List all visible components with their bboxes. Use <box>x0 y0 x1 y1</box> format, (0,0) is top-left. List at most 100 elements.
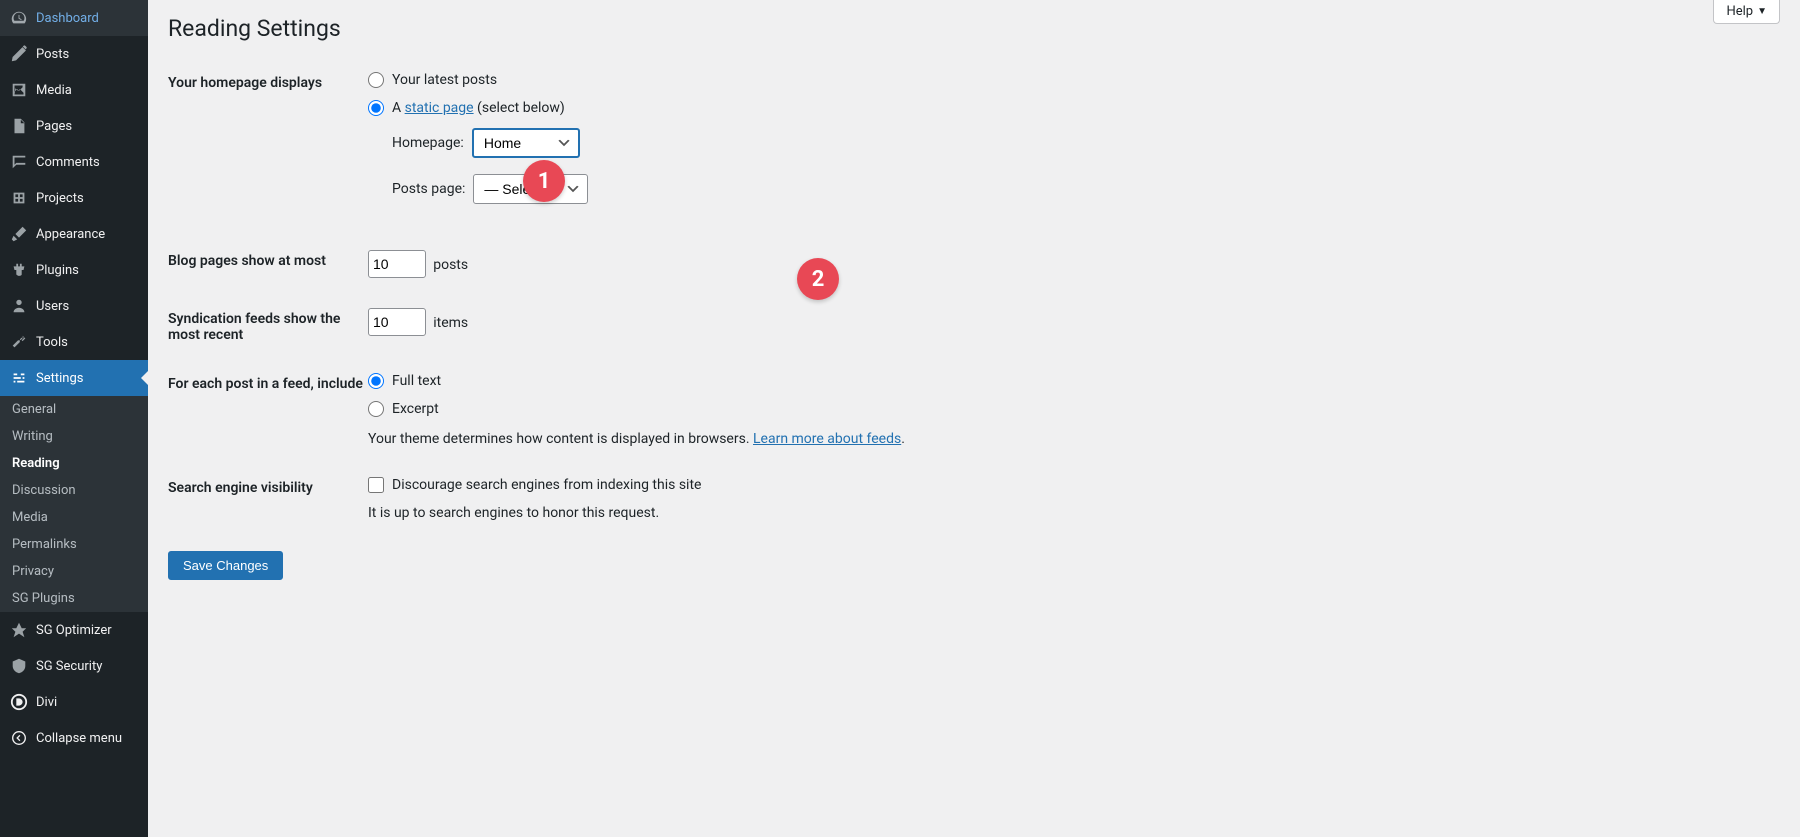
submenu-item-sg-plugins[interactable]: SG Plugins <box>0 585 148 612</box>
sg-security-icon <box>10 657 28 675</box>
sidebar-label: Divi <box>36 695 57 710</box>
posts-page-select-row: Posts page: — Select — <box>392 174 1780 204</box>
radio-full-text-label[interactable]: Full text <box>392 373 441 389</box>
sidebar-item-pages[interactable]: Pages <box>0 108 148 144</box>
radio-latest-posts[interactable] <box>368 72 384 88</box>
projects-icon <box>10 189 28 207</box>
homepage-select[interactable]: Home <box>472 128 580 158</box>
sidebar-item-media[interactable]: Media <box>0 72 148 108</box>
feed-option-excerpt: Excerpt <box>368 401 1780 417</box>
annotation-marker-1: 1 <box>523 160 565 202</box>
homepage-display-content: 1 Your latest posts A static page (selec… <box>368 72 1780 220</box>
appearance-icon <box>10 225 28 243</box>
dashboard-icon <box>10 9 28 27</box>
radio-excerpt-label[interactable]: Excerpt <box>392 401 439 417</box>
submenu-item-privacy[interactable]: Privacy <box>0 558 148 585</box>
submenu-item-permalinks[interactable]: Permalinks <box>0 531 148 558</box>
submenu-item-writing[interactable]: Writing <box>0 423 148 450</box>
submenu-item-reading[interactable]: Reading <box>0 450 148 477</box>
radio-full-text[interactable] <box>368 373 384 389</box>
feed-option-full: Full text <box>368 373 1780 389</box>
settings-form: Your homepage displays 1 Your latest pos… <box>168 72 1780 521</box>
sidebar-label: Comments <box>36 155 100 170</box>
homepage-display-label: Your homepage displays <box>168 72 368 91</box>
visibility-note: It is up to search engines to honor this… <box>368 505 1780 521</box>
visibility-checkbox-row: Discourage search engines from indexing … <box>368 477 1780 493</box>
main-content: Help ▼ Reading Settings Your homepage di… <box>148 0 1800 837</box>
syndication-input[interactable] <box>368 308 426 336</box>
sidebar-item-sg-optimizer[interactable]: SG Optimizer <box>0 612 148 648</box>
posts-page-select-label: Posts page: <box>392 181 465 197</box>
sidebar-item-settings[interactable]: Settings <box>0 360 148 396</box>
sidebar-label: Appearance <box>36 227 105 242</box>
save-row: Save Changes 3 <box>168 521 1780 580</box>
homepage-option-latest: Your latest posts <box>368 72 1780 88</box>
sidebar-label: Pages <box>36 119 72 134</box>
discourage-checkbox-label[interactable]: Discourage search engines from indexing … <box>392 477 701 493</box>
page-title: Reading Settings <box>168 15 1780 42</box>
pages-icon <box>10 117 28 135</box>
sidebar-item-sg-security[interactable]: SG Security <box>0 648 148 684</box>
homepage-select-row: Homepage: Home 2 <box>392 128 1780 158</box>
caret-down-icon: ▼ <box>1757 6 1767 17</box>
sidebar-label: Projects <box>36 191 84 206</box>
blog-pages-row: Blog pages show at most posts <box>168 250 1780 278</box>
submenu-item-media[interactable]: Media <box>0 504 148 531</box>
syndication-label: Syndication feeds show the most recent <box>168 308 368 343</box>
sidebar-item-projects[interactable]: Projects <box>0 180 148 216</box>
feed-include-row: For each post in a feed, include Full te… <box>168 373 1780 447</box>
sidebar-label: Collapse menu <box>36 731 122 746</box>
sidebar-label: Dashboard <box>36 11 99 26</box>
homepage-display-row: Your homepage displays 1 Your latest pos… <box>168 72 1780 220</box>
syndication-suffix: items <box>433 315 468 331</box>
sidebar-item-plugins[interactable]: Plugins <box>0 252 148 288</box>
radio-latest-posts-label[interactable]: Your latest posts <box>392 72 497 88</box>
sidebar-item-dashboard[interactable]: Dashboard <box>0 0 148 36</box>
radio-static-page[interactable] <box>368 100 384 116</box>
blog-pages-input[interactable] <box>368 250 426 278</box>
submenu-item-general[interactable]: General <box>0 396 148 423</box>
sidebar-label: Users <box>36 299 69 314</box>
help-label: Help <box>1726 4 1753 19</box>
sidebar-item-appearance[interactable]: Appearance <box>0 216 148 252</box>
help-tab[interactable]: Help ▼ <box>1713 0 1780 24</box>
settings-icon <box>10 369 28 387</box>
learn-more-link[interactable]: Learn more about feeds <box>753 431 901 447</box>
blog-pages-suffix: posts <box>433 257 468 273</box>
sidebar-item-tools[interactable]: Tools <box>0 324 148 360</box>
sidebar-item-divi[interactable]: Divi <box>0 684 148 720</box>
sidebar-item-posts[interactable]: Posts <box>0 36 148 72</box>
visibility-content: Discourage search engines from indexing … <box>368 477 1780 521</box>
save-button[interactable]: Save Changes <box>168 551 283 580</box>
divi-icon <box>10 693 28 711</box>
blog-pages-label: Blog pages show at most <box>168 250 368 269</box>
admin-sidebar: Dashboard Posts Media Pages Comments Pro… <box>0 0 148 837</box>
sidebar-item-collapse[interactable]: Collapse menu <box>0 720 148 756</box>
discourage-checkbox[interactable] <box>368 477 384 493</box>
sidebar-item-comments[interactable]: Comments <box>0 144 148 180</box>
sidebar-item-users[interactable]: Users <box>0 288 148 324</box>
homepage-option-static: A static page (select below) <box>368 100 1780 116</box>
sidebar-label: SG Optimizer <box>36 623 112 638</box>
radio-excerpt[interactable] <box>368 401 384 417</box>
users-icon <box>10 297 28 315</box>
submenu-item-discussion[interactable]: Discussion <box>0 477 148 504</box>
posts-icon <box>10 45 28 63</box>
feed-include-label: For each post in a feed, include <box>168 373 368 392</box>
sg-optimizer-icon <box>10 621 28 639</box>
feed-description: Your theme determines how content is dis… <box>368 431 1780 447</box>
annotation-marker-2: 2 <box>797 258 839 300</box>
homepage-select-label: Homepage: <box>392 135 464 151</box>
syndication-row: Syndication feeds show the most recent i… <box>168 308 1780 343</box>
feed-include-content: Full text Excerpt Your theme determines … <box>368 373 1780 447</box>
tools-icon <box>10 333 28 351</box>
media-icon <box>10 81 28 99</box>
syndication-content: items <box>368 308 1780 336</box>
sidebar-label: Settings <box>36 371 83 386</box>
static-page-link[interactable]: static page <box>405 100 474 116</box>
radio-static-page-label[interactable]: A static page (select below) <box>392 100 565 116</box>
sidebar-label: Media <box>36 83 72 98</box>
sidebar-label: Tools <box>36 335 68 350</box>
blog-pages-content: posts <box>368 250 1780 278</box>
visibility-label: Search engine visibility <box>168 477 368 496</box>
